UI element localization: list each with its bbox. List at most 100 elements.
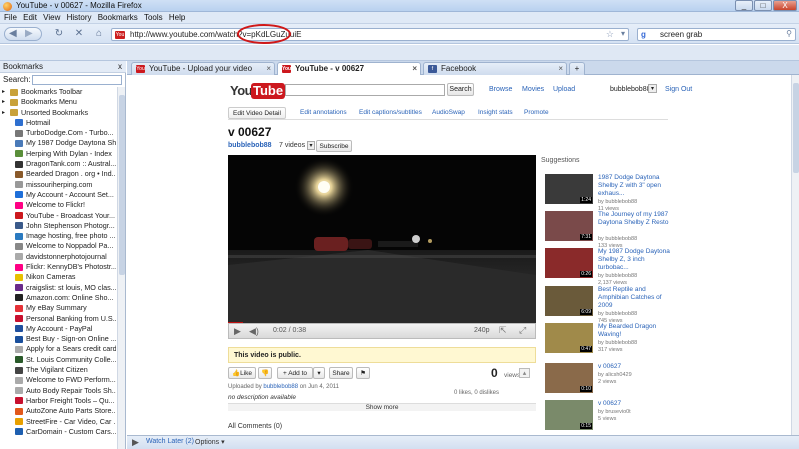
youtube-logo[interactable]: You Tube xyxy=(230,83,286,100)
bookmark-item[interactable]: Herping With Dylan - Index xyxy=(0,149,116,159)
bookmark-item[interactable]: craigslist: st louis, MO clas... xyxy=(0,283,116,293)
suggestion-thumbnail[interactable]: 7:31 xyxy=(545,211,593,241)
sidebar-search-input[interactable] xyxy=(32,75,122,85)
star-bookmark-icon[interactable]: ☆ xyxy=(606,29,614,40)
search-bar[interactable]: g screen grab ⚲ xyxy=(637,28,796,41)
bookmark-item[interactable]: Nikon Cameras xyxy=(0,272,116,282)
maximize-button[interactable]: □ xyxy=(754,0,772,11)
videos-dropdown-icon[interactable]: ▾ xyxy=(307,141,315,150)
url-bar[interactable]: You http://www.youtube.com/watch?v=pKdLG… xyxy=(111,28,629,41)
video-count[interactable]: 7 videos xyxy=(279,142,305,149)
flag-icon[interactable]: ⚑ xyxy=(356,367,370,379)
suggestion-item[interactable]: 0:47 My Bearded Dragon Waving! by bubblebo… xyxy=(545,323,665,357)
sidebar-close-icon[interactable]: x xyxy=(118,61,122,73)
expand-twisty-icon[interactable]: ▸ xyxy=(2,97,5,107)
bookmark-item[interactable]: AutoZone Auto Parts Store... xyxy=(0,406,116,416)
suggestion-title[interactable]: v 00627 xyxy=(598,363,670,371)
browse-link[interactable]: Browse xyxy=(489,86,512,93)
menu-edit[interactable]: Edit xyxy=(23,12,37,24)
menu-help[interactable]: Help xyxy=(169,12,185,24)
subscribe-button[interactable]: Subscribe xyxy=(316,140,352,152)
bookmark-item[interactable]: DragonTank.com :: Austral... xyxy=(0,159,116,169)
watch-later-link[interactable]: Watch Later (2) xyxy=(146,438,194,445)
play-queue-icon[interactable]: ▶ xyxy=(132,437,139,448)
tab-facebook[interactable]: f Facebook × xyxy=(423,62,567,75)
menu-file[interactable]: File xyxy=(4,12,17,24)
quality-selector[interactable]: 240p xyxy=(474,327,490,334)
tab-upload[interactable]: You YouTube - Upload your video × xyxy=(131,62,275,75)
bookmark-item[interactable]: ▸ Bookmarks Toolbar xyxy=(0,87,116,97)
url-dropdown-icon[interactable]: ▾ xyxy=(621,29,625,38)
bookmark-item[interactable]: Harbor Freight Tools – Qu... xyxy=(0,396,116,406)
bookmark-item[interactable]: Welcome to FWD Perform... xyxy=(0,375,116,385)
back-forward-buttons[interactable]: ◀ ▶ xyxy=(4,27,42,41)
fullscreen-icon[interactable]: ⤢ xyxy=(519,325,526,336)
suggestion-item[interactable]: 0:15 v 00627 by brusevio0t 5 views xyxy=(545,400,665,434)
tab-close-icon[interactable]: × xyxy=(266,63,271,75)
expand-twisty-icon[interactable]: ▸ xyxy=(2,87,5,97)
menu-history[interactable]: History xyxy=(67,12,92,24)
promote-link[interactable]: Promote xyxy=(524,107,549,119)
tab-close-icon[interactable]: × xyxy=(558,63,563,75)
bookmark-item[interactable]: My Account - PayPal xyxy=(0,324,116,334)
suggestion-title[interactable]: The Journey of my 1987 Daytona Shelby Z … xyxy=(598,211,670,227)
home-icon[interactable]: ⌂ xyxy=(92,27,106,41)
like-button[interactable]: 👍Like xyxy=(228,367,256,379)
stats-icon[interactable]: ▴ xyxy=(519,368,530,378)
suggestion-thumbnail[interactable]: 1:24 xyxy=(545,174,593,204)
suggestion-title[interactable]: v 00627 xyxy=(598,400,670,408)
edit-captions-link[interactable]: Edit captions/subtitles xyxy=(359,107,422,119)
menu-view[interactable]: View xyxy=(43,12,60,24)
bookmark-item[interactable]: My 1987 Dodge Daytona Shelby Z... xyxy=(0,138,116,148)
bookmark-item[interactable]: St. Louis Community Colle... xyxy=(0,355,116,365)
bookmark-item[interactable]: Personal Banking from U.S... xyxy=(0,314,116,324)
bookmark-item[interactable]: StreetFire - Car Video, Car ... xyxy=(0,417,116,427)
bookmark-item[interactable]: Bearded Dragon . org • Ind... xyxy=(0,169,116,179)
forward-arrow-icon[interactable]: ▶ xyxy=(25,28,33,39)
suggestion-item[interactable]: 0:10 v 00627 by alicsh0429 2 views xyxy=(545,363,665,397)
upload-link[interactable]: Upload xyxy=(553,86,575,93)
close-button[interactable]: X xyxy=(773,0,797,11)
search-magnifier-icon[interactable]: ⚲ xyxy=(786,29,792,38)
back-arrow-icon[interactable]: ◀ xyxy=(9,28,17,39)
youtube-search-input[interactable] xyxy=(285,84,445,96)
stop-icon[interactable]: ✕ xyxy=(72,27,86,41)
suggestion-title[interactable]: Best Reptile and Amphibian Catches of 20… xyxy=(598,286,670,310)
bookmark-item[interactable]: TurboDodge.Com - Turbo... xyxy=(0,128,116,138)
bookmark-item[interactable]: My eBay Summary xyxy=(0,303,116,313)
suggestion-thumbnail[interactable]: 6:09 xyxy=(545,286,593,316)
tab-close-icon[interactable]: × xyxy=(412,63,417,75)
tab-video[interactable]: You YouTube - v 00627 × xyxy=(277,62,421,76)
bookmark-item[interactable]: Apply for a Sears credit card xyxy=(0,344,116,354)
suggestion-item[interactable]: 7:31 The Journey of my 1987 Daytona Shelb… xyxy=(545,211,668,249)
show-more-button[interactable]: Show more xyxy=(228,403,536,411)
insight-stats-link[interactable]: Insight stats xyxy=(478,107,513,119)
bookmark-item[interactable]: ▸ Unsorted Bookmarks xyxy=(0,108,116,118)
suggestion-title[interactable]: My 1987 Dodge Daytona Shelby Z, 3 inch t… xyxy=(598,248,670,272)
signout-link[interactable]: Sign Out xyxy=(665,86,692,93)
suggestion-thumbnail[interactable]: 0:26 xyxy=(545,248,593,278)
uploaded-by-user[interactable]: bubblebob88 xyxy=(263,384,298,390)
bookmark-item[interactable]: Auto Body Repair Tools Sh... xyxy=(0,386,116,396)
suggestion-title[interactable]: 1987 Dodge Daytona Shelby Z with 3" open… xyxy=(598,174,670,198)
page-scrollbar[interactable] xyxy=(791,75,799,435)
suggestion-thumbnail[interactable]: 0:47 xyxy=(545,323,593,353)
edit-video-detail-button[interactable]: Edit Video Detail xyxy=(228,107,286,119)
add-to-dropdown-icon[interactable]: ▾ xyxy=(313,367,325,379)
audioswap-link[interactable]: AudioSwap xyxy=(432,107,465,119)
suggestion-item[interactable]: 0:26 My 1987 Dodge Daytona Shelby Z, 3 in… xyxy=(545,248,670,286)
bookmark-item[interactable]: Welcome to Noppadol Pa... xyxy=(0,241,116,251)
bookmark-item[interactable]: missouriherping.com xyxy=(0,180,116,190)
bookmark-item[interactable]: The Vigilant Citizen xyxy=(0,365,116,375)
movies-link[interactable]: Movies xyxy=(522,86,544,93)
menu-bookmarks[interactable]: Bookmarks xyxy=(98,12,138,24)
search-value[interactable]: screen grab xyxy=(660,30,702,39)
expand-twisty-icon[interactable]: ▸ xyxy=(2,108,5,118)
edit-annotations-link[interactable]: Edit annotations xyxy=(300,107,347,119)
options-dropdown[interactable]: Options ▾ xyxy=(195,438,225,446)
dislike-button[interactable]: 👎 xyxy=(258,367,272,379)
new-tab-button[interactable]: + xyxy=(569,62,585,75)
sidebar-scrollbar[interactable] xyxy=(117,87,125,449)
suggestion-item[interactable]: 1:24 1987 Dodge Daytona Shelby Z with 3" … xyxy=(545,174,665,212)
bookmark-item[interactable]: davidstonnerphotojournal xyxy=(0,252,116,262)
